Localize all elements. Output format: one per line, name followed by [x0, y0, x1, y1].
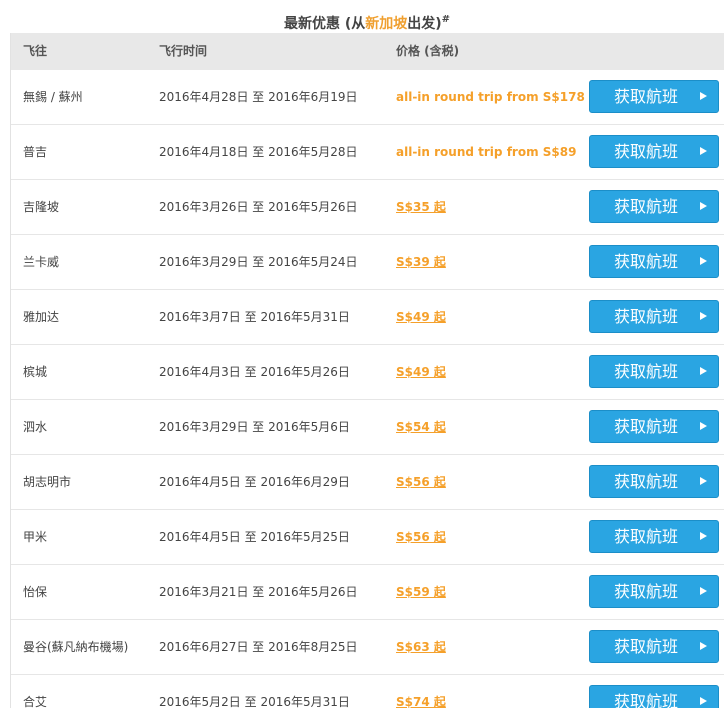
- get-flights-label: 获取航班: [613, 692, 678, 708]
- row-dates: 2016年4月5日 至 2016年5月25日: [159, 530, 350, 544]
- header-dates: 飞行时间: [159, 44, 208, 58]
- table-row: 合艾 2016年5月2日 至 2016年5月31日 S$74 起 获取航班: [11, 675, 724, 708]
- row-dates: 2016年3月21日 至 2016年5月26日: [159, 585, 358, 599]
- row-destination: 雅加达: [23, 310, 60, 324]
- table-row: 無錫 / 蘇州 2016年4月28日 至 2016年6月19日 all-in r…: [11, 70, 724, 125]
- get-flights-button[interactable]: 获取航班: [589, 465, 719, 498]
- get-flights-button[interactable]: 获取航班: [589, 355, 719, 388]
- row-dates: 2016年3月29日 至 2016年5月24日: [159, 255, 358, 269]
- title-prefix: 最新优惠 (从: [283, 16, 366, 32]
- row-price[interactable]: S$49 起: [396, 290, 446, 344]
- row-price[interactable]: S$56 起: [396, 510, 446, 564]
- get-flights-button[interactable]: 获取航班: [589, 520, 719, 553]
- table-row: 泗水 2016年3月29日 至 2016年5月6日 S$54 起 获取航班: [11, 400, 724, 455]
- get-flights-button[interactable]: 获取航班: [589, 135, 719, 168]
- get-flights-label: 获取航班: [613, 197, 678, 216]
- get-flights-label: 获取航班: [613, 637, 678, 656]
- row-price: all-in round trip from S$89: [396, 145, 577, 159]
- deals-table: 飞往 飞行时间 价格 (含税) 無錫 / 蘇州 2016年4月28日 至 201…: [10, 33, 724, 708]
- table-row: 甲米 2016年4月5日 至 2016年5月25日 S$56 起 获取航班: [11, 510, 724, 565]
- arrow-right-icon: [700, 147, 707, 155]
- get-flights-button[interactable]: 获取航班: [589, 630, 719, 663]
- row-dates: 2016年6月27日 至 2016年8月25日: [159, 640, 358, 654]
- header-price: 价格 (含税): [396, 44, 460, 58]
- get-flights-button[interactable]: 获取航班: [589, 300, 719, 333]
- get-flights-label: 获取航班: [613, 307, 678, 326]
- row-price[interactable]: S$49 起: [396, 345, 446, 399]
- arrow-right-icon: [700, 532, 707, 540]
- arrow-right-icon: [700, 312, 707, 320]
- row-destination: 兰卡威: [23, 255, 60, 269]
- get-flights-label: 获取航班: [613, 362, 678, 381]
- row-price[interactable]: S$59 起: [396, 565, 446, 619]
- row-destination: 無錫 / 蘇州: [23, 90, 83, 104]
- row-dates: 2016年3月29日 至 2016年5月6日: [159, 420, 350, 434]
- promo-panel: 最新优惠 (从新加坡出发)# 飞往 飞行时间 价格 (含税) 無錫 / 蘇州 2…: [0, 0, 724, 708]
- get-flights-label: 获取航班: [613, 582, 678, 601]
- get-flights-label: 获取航班: [613, 472, 678, 491]
- row-destination: 怡保: [23, 585, 48, 599]
- table-header: 飞往 飞行时间 价格 (含税): [11, 33, 724, 70]
- row-price: all-in round trip from S$178: [396, 90, 585, 104]
- row-destination: 合艾: [23, 695, 48, 708]
- get-flights-button[interactable]: 获取航班: [589, 190, 719, 223]
- get-flights-button[interactable]: 获取航班: [589, 80, 719, 113]
- table-row: 兰卡威 2016年3月29日 至 2016年5月24日 S$39 起 获取航班: [11, 235, 724, 290]
- row-price[interactable]: S$63 起: [396, 620, 446, 674]
- row-price[interactable]: S$39 起: [396, 235, 446, 289]
- get-flights-label: 获取航班: [613, 417, 678, 436]
- arrow-right-icon: [700, 367, 707, 375]
- row-dates: 2016年4月28日 至 2016年6月19日: [159, 90, 358, 104]
- get-flights-button[interactable]: 获取航班: [589, 245, 719, 278]
- title-footnote-mark: #: [441, 14, 451, 25]
- row-price[interactable]: S$54 起: [396, 400, 446, 454]
- header-destination: 飞往: [23, 44, 48, 58]
- arrow-right-icon: [700, 92, 707, 100]
- table-row: 怡保 2016年3月21日 至 2016年5月26日 S$59 起 获取航班: [11, 565, 724, 620]
- row-price[interactable]: S$56 起: [396, 455, 446, 509]
- row-price[interactable]: S$74 起: [396, 675, 446, 708]
- table-row: 胡志明市 2016年4月5日 至 2016年6月29日 S$56 起 获取航班: [11, 455, 724, 510]
- row-destination: 曼谷(蘇凡納布機場): [23, 640, 129, 654]
- row-destination: 槟城: [23, 365, 48, 379]
- table-row: 吉隆坡 2016年3月26日 至 2016年5月26日 S$35 起 获取航班: [11, 180, 724, 235]
- row-destination: 普吉: [23, 145, 48, 159]
- title-suffix: 出发): [407, 16, 442, 32]
- arrow-right-icon: [700, 697, 707, 705]
- row-price[interactable]: S$35 起: [396, 180, 446, 234]
- table-row: 曼谷(蘇凡納布機場) 2016年6月27日 至 2016年8月25日 S$63 …: [11, 620, 724, 675]
- get-flights-button[interactable]: 获取航班: [589, 410, 719, 443]
- arrow-right-icon: [700, 642, 707, 650]
- title-city: 新加坡: [365, 16, 408, 32]
- arrow-right-icon: [700, 587, 707, 595]
- get-flights-label: 获取航班: [613, 252, 678, 271]
- row-dates: 2016年5月2日 至 2016年5月31日: [159, 695, 350, 708]
- arrow-right-icon: [700, 477, 707, 485]
- row-dates: 2016年4月18日 至 2016年5月28日: [159, 145, 358, 159]
- table-row: 雅加达 2016年3月7日 至 2016年5月31日 S$49 起 获取航班: [11, 290, 724, 345]
- arrow-right-icon: [700, 202, 707, 210]
- get-flights-label: 获取航班: [613, 527, 678, 546]
- page-title: 最新优惠 (从新加坡出发)#: [10, 0, 724, 33]
- arrow-right-icon: [700, 422, 707, 430]
- row-dates: 2016年3月7日 至 2016年5月31日: [159, 310, 350, 324]
- get-flights-label: 获取航班: [613, 142, 678, 161]
- row-destination: 胡志明市: [23, 475, 72, 489]
- row-dates: 2016年4月5日 至 2016年6月29日: [159, 475, 350, 489]
- row-destination: 吉隆坡: [23, 200, 60, 214]
- row-destination: 泗水: [23, 420, 48, 434]
- row-destination: 甲米: [23, 530, 48, 544]
- row-dates: 2016年4月3日 至 2016年5月26日: [159, 365, 350, 379]
- row-dates: 2016年3月26日 至 2016年5月26日: [159, 200, 358, 214]
- table-body: 無錫 / 蘇州 2016年4月28日 至 2016年6月19日 all-in r…: [11, 70, 724, 708]
- get-flights-button[interactable]: 获取航班: [589, 685, 719, 708]
- arrow-right-icon: [700, 257, 707, 265]
- get-flights-label: 获取航班: [613, 87, 678, 106]
- table-row: 普吉 2016年4月18日 至 2016年5月28日 all-in round …: [11, 125, 724, 180]
- get-flights-button[interactable]: 获取航班: [589, 575, 719, 608]
- table-row: 槟城 2016年4月3日 至 2016年5月26日 S$49 起 获取航班: [11, 345, 724, 400]
